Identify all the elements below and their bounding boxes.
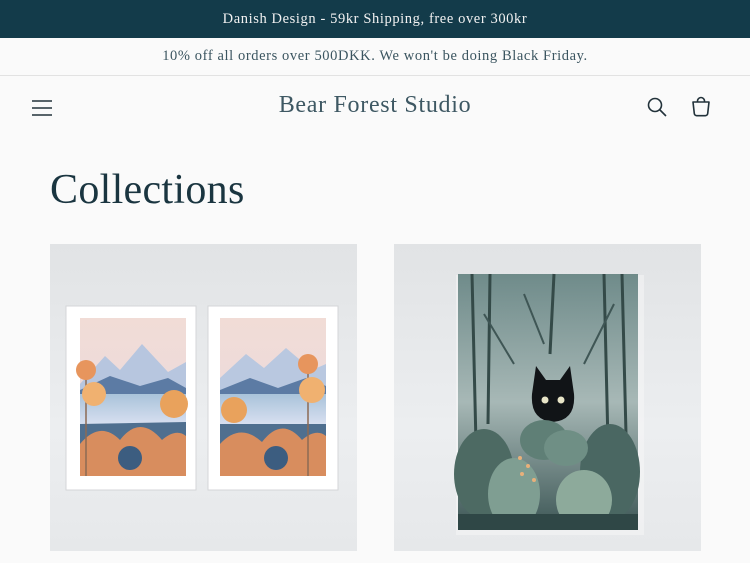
- promo-text: 10% off all orders over 500DKK. We won't…: [162, 48, 588, 64]
- cart-button[interactable]: [689, 95, 713, 119]
- announcement-text: Danish Design - 59kr Shipping, free over…: [222, 10, 528, 27]
- search-icon: [647, 97, 667, 117]
- two-landscape-prints-image: [65, 305, 339, 491]
- site-header: Bear Forest Studio: [0, 76, 750, 140]
- brand-logo-link[interactable]: Bear Forest Studio: [0, 92, 750, 119]
- collection-card[interactable]: [50, 244, 357, 551]
- cart-icon: [692, 96, 710, 117]
- page-title: Collections: [50, 167, 245, 213]
- announcement-bar: Danish Design - 59kr Shipping, free over…: [0, 0, 750, 38]
- promo-bar: 10% off all orders over 500DKK. We won't…: [0, 38, 750, 76]
- black-cat-forest-image: [454, 273, 644, 535]
- search-button[interactable]: [645, 95, 669, 119]
- collection-card[interactable]: [394, 244, 701, 551]
